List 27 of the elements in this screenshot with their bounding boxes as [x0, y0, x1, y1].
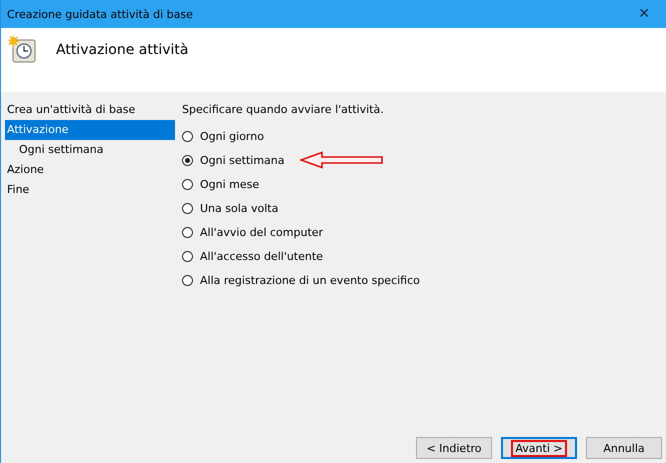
- instruction-text: Specificare quando avviare l'attività.: [182, 102, 385, 118]
- sidebar-item[interactable]: Crea un'attività di base: [5, 100, 175, 120]
- radio-button[interactable]: [182, 250, 193, 262]
- radio-button[interactable]: [182, 130, 193, 142]
- option-label[interactable]: Ogni mese: [200, 178, 260, 190]
- clock-icon: [7, 34, 37, 64]
- option-label[interactable]: Ogni settimana: [200, 154, 285, 166]
- option-label[interactable]: All'avvio del computer: [200, 226, 324, 238]
- radio-button[interactable]: [182, 178, 193, 190]
- sidebar-item[interactable]: Azione: [5, 160, 175, 180]
- radio-button[interactable]: [182, 202, 193, 214]
- sidebar-item[interactable]: Ogni settimana: [5, 140, 175, 160]
- radio-button[interactable]: [182, 154, 193, 166]
- window-title: Creazione guidata attività di base: [7, 8, 193, 20]
- page-title: Attivazione attività: [56, 42, 188, 58]
- option-label[interactable]: Alla registrazione di un evento specifico: [200, 274, 420, 286]
- option-label[interactable]: Ogni giorno: [200, 130, 264, 142]
- wizard-button[interactable]: < Indietro: [416, 437, 492, 459]
- option-label[interactable]: All'accesso dell'utente: [200, 250, 323, 262]
- wizard-button[interactable]: Annulla: [586, 437, 662, 459]
- close-button[interactable]: ✕: [630, 6, 658, 22]
- wizard-button[interactable]: Avanti >: [501, 437, 577, 459]
- sidebar-item[interactable]: Fine: [5, 180, 175, 200]
- radio-button[interactable]: [182, 226, 193, 238]
- sidebar-item[interactable]: Attivazione: [5, 120, 175, 140]
- option-label[interactable]: Una sola volta: [200, 202, 278, 214]
- radio-button[interactable]: [182, 274, 193, 286]
